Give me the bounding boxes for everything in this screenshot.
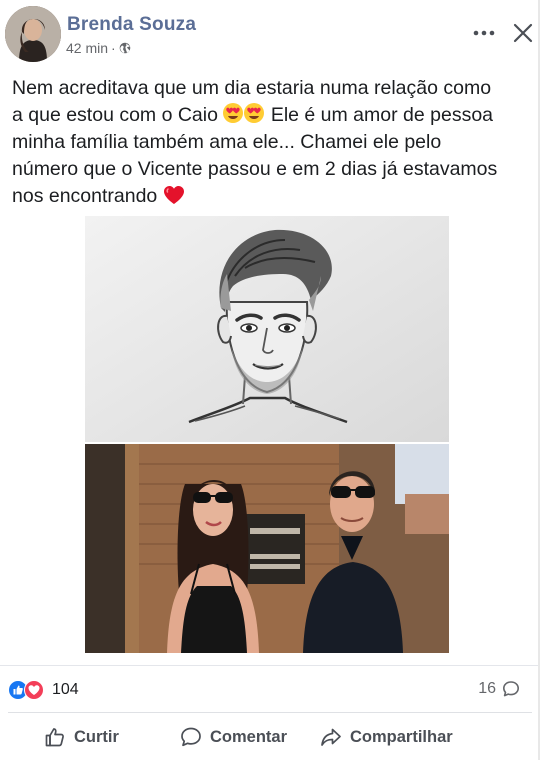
post-text-line: nos encontrando	[12, 183, 534, 210]
post-text-line: minha família também ama ele... Chamei e…	[12, 131, 442, 153]
comment-label: Comentar	[210, 727, 288, 746]
post-time[interactable]: 42 min	[66, 40, 108, 56]
close-icon[interactable]	[512, 22, 534, 44]
post-header: Brenda Souza 42 min ·	[0, 0, 540, 68]
like-label: Curtir	[74, 727, 119, 746]
divider	[8, 712, 532, 713]
post-meta: 42 min ·	[66, 40, 131, 56]
comment-count[interactable]: 16	[478, 680, 520, 698]
post-image-sketch[interactable]	[85, 216, 449, 442]
thumbs-up-icon	[45, 728, 64, 747]
comment-icon	[181, 727, 201, 747]
heart-eyes-emoji	[223, 103, 265, 123]
post-text-line: número que o Vicente passou e em 2 dias …	[12, 158, 498, 180]
red-heart-emoji	[163, 186, 184, 204]
share-arrow-icon	[321, 728, 341, 746]
reaction-count: 104	[52, 681, 79, 698]
post-image-couple[interactable]	[85, 444, 449, 653]
like-button[interactable]: Curtir	[44, 724, 119, 750]
avatar[interactable]	[5, 6, 61, 62]
love-icon	[24, 680, 44, 700]
comment-bubble-icon	[503, 681, 519, 697]
reactions-summary[interactable]: 104	[8, 679, 79, 701]
more-options-icon[interactable]	[472, 22, 496, 44]
author-name[interactable]: Brenda Souza	[67, 14, 196, 36]
share-label: Compartilhar	[350, 727, 453, 746]
post-text-line: Nem acreditava que um dia estaria numa r…	[12, 77, 492, 99]
share-button[interactable]: Compartilhar	[320, 724, 453, 750]
comment-count-value: 16	[478, 680, 496, 697]
globe-icon	[119, 42, 131, 54]
divider	[0, 665, 540, 666]
comment-button[interactable]: Comentar	[180, 724, 287, 750]
post-text-line: a que estou com o Caio Ele é um amor de …	[12, 103, 494, 126]
post-text: Nem acreditava que um dia estaria numa r…	[12, 75, 534, 210]
